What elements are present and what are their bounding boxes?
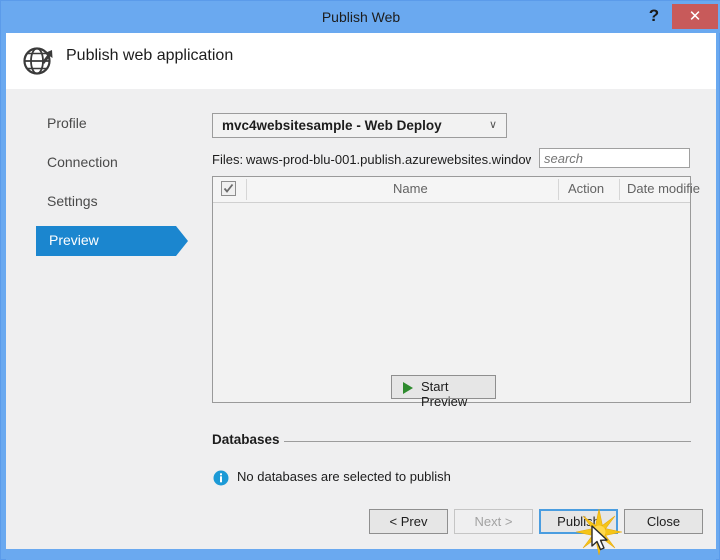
close-button[interactable]: Close	[624, 509, 703, 534]
files-path-value: waws-prod-blu-001.publish.azurewebsites.…	[246, 152, 531, 167]
sidebar-item-label: Connection	[47, 154, 118, 170]
page-title: Publish web application	[66, 47, 234, 64]
search-input[interactable]	[539, 148, 690, 168]
titlebar: Publish Web ? ✕	[1, 1, 720, 33]
sidebar-item-profile[interactable]: Profile	[18, 109, 178, 139]
file-list-header: Name Action Date modifie	[213, 177, 700, 203]
sidebar-item-label: Settings	[47, 193, 98, 209]
column-header-action[interactable]: Action	[568, 181, 604, 196]
section-divider	[284, 441, 691, 442]
sidebar-item-preview[interactable]: Preview	[36, 226, 188, 256]
info-icon	[213, 470, 229, 486]
chevron-down-icon: ∨	[488, 119, 497, 131]
sidebar-item-settings[interactable]: Settings	[18, 187, 178, 217]
main-content: mvc4websitesample - Web Deploy ∨ Files: …	[196, 89, 716, 549]
start-preview-button[interactable]: Start Preview	[391, 375, 496, 409]
sidebar: Profile Connection Settings Preview	[6, 89, 196, 549]
start-preview-label: Start Preview	[421, 379, 468, 409]
column-divider	[246, 179, 247, 200]
files-label: Files:	[212, 152, 244, 167]
dialog-body: Profile Connection Settings Preview mvc4…	[6, 89, 716, 549]
column-header-date-modified[interactable]: Date modifie	[627, 181, 700, 196]
dialog-header: Publish web application	[6, 33, 716, 89]
window-title: Publish Web	[321, 9, 401, 25]
globe-publish-icon	[21, 44, 57, 78]
sidebar-item-label: Preview	[49, 232, 99, 248]
column-header-name[interactable]: Name	[393, 181, 428, 196]
column-divider	[619, 179, 620, 200]
publish-web-dialog: Publish Web ? ✕ Publish web application …	[0, 0, 720, 560]
prev-button[interactable]: < Prev	[369, 509, 448, 534]
databases-title: Databases	[212, 432, 280, 447]
databases-message: No databases are selected to publish	[237, 469, 451, 484]
play-icon	[403, 382, 413, 394]
publish-button[interactable]: Publish	[539, 509, 618, 534]
select-all-checkbox[interactable]	[221, 181, 236, 196]
select-all-cell[interactable]	[213, 177, 246, 202]
dialog-footer: < Prev Next > Publish Close	[6, 509, 716, 549]
file-list-panel: Name Action Date modifie Start Preview	[212, 176, 700, 409]
window-bottom-border	[6, 549, 716, 560]
databases-section-header: Databases	[212, 432, 691, 450]
publish-profile-value: mvc4websitesample - Web Deploy	[222, 118, 442, 133]
publish-profile-dropdown[interactable]: mvc4websitesample - Web Deploy ∨	[212, 113, 507, 138]
column-divider	[558, 179, 559, 200]
sidebar-item-label: Profile	[47, 115, 87, 131]
sidebar-item-connection[interactable]: Connection	[18, 148, 178, 178]
help-button[interactable]: ?	[639, 1, 669, 31]
close-window-button[interactable]: ✕	[672, 4, 718, 29]
next-button: Next >	[454, 509, 533, 534]
